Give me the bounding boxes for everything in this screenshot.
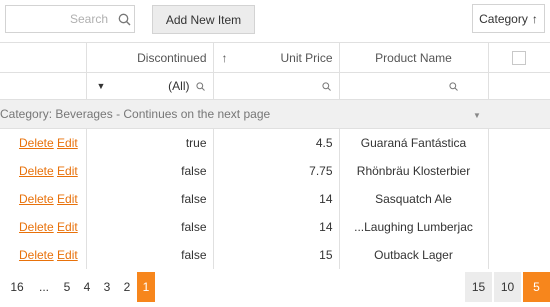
page-button[interactable]: 4 xyxy=(78,272,96,302)
product-name-cell[interactable]: Outback Lager xyxy=(339,240,489,269)
edit-link[interactable]: Edit xyxy=(57,192,78,206)
product-name-cell[interactable]: Sasquatch Ale xyxy=(339,184,489,213)
page-button[interactable]: 5 xyxy=(58,272,76,302)
page-size-button[interactable]: 15 xyxy=(465,272,492,302)
discontinued-cell[interactable]: false xyxy=(86,184,214,213)
delete-link[interactable]: Delete xyxy=(19,136,54,150)
page-size-button-current[interactable]: 5 xyxy=(523,272,550,302)
delete-link[interactable]: Delete xyxy=(19,248,54,262)
search-box[interactable] xyxy=(5,5,135,33)
unit-price-cell[interactable]: 14 xyxy=(213,212,340,241)
header-command-column xyxy=(0,42,87,73)
collapse-caret-icon[interactable]: ▼ xyxy=(473,111,481,120)
group-row-label: Category: Beverages - Continues on the n… xyxy=(0,107,271,121)
command-cell: Delete Edit xyxy=(0,240,87,269)
search-icon xyxy=(321,81,331,91)
filter-row: ▼ (All) xyxy=(0,72,550,100)
command-cell: Delete Edit xyxy=(0,128,87,157)
unit-price-cell[interactable]: 14 xyxy=(213,184,340,213)
unit-price-cell[interactable]: 4.5 xyxy=(213,128,340,157)
group-chip-label: Category xyxy=(479,11,528,26)
edit-link[interactable]: Edit xyxy=(57,136,78,150)
table-row[interactable]: Delete Edit false 7.75 Rhönbräu Klosterbier xyxy=(0,156,550,185)
delete-link[interactable]: Delete xyxy=(19,164,54,178)
page-button[interactable]: 2 xyxy=(118,272,136,302)
delete-link[interactable]: Delete xyxy=(19,192,54,206)
header-discontinued-label: Discontinued xyxy=(137,50,207,65)
product-name-cell[interactable]: Guaraná Fantástica xyxy=(339,128,489,157)
edit-link[interactable]: Edit xyxy=(57,164,78,178)
select-cell xyxy=(488,241,550,269)
select-all-checkbox[interactable] xyxy=(512,50,527,65)
select-cell xyxy=(488,129,550,157)
header-row: Discontinued ↑ Unit Price Product Name xyxy=(0,42,550,73)
edit-link[interactable]: Edit xyxy=(57,248,78,262)
page-button[interactable]: 16 xyxy=(6,272,28,302)
filter-cell-unit-price[interactable] xyxy=(213,72,340,100)
delete-link[interactable]: Delete xyxy=(19,220,54,234)
page-button-current[interactable]: 1 xyxy=(137,272,155,302)
discontinued-cell[interactable]: false xyxy=(86,240,214,269)
header-select-all[interactable] xyxy=(488,42,550,73)
discontinued-cell[interactable]: false xyxy=(86,212,214,241)
table-row[interactable]: Delete Edit true 4.5 Guaraná Fantástica xyxy=(0,128,550,157)
discontinued-cell[interactable]: true xyxy=(86,128,214,157)
group-panel-category-chip[interactable]: Category ↑ xyxy=(472,4,545,33)
select-cell xyxy=(488,213,550,241)
discontinued-filter-value[interactable]: (All) xyxy=(168,79,189,93)
command-cell: Delete Edit xyxy=(0,184,87,213)
page-size-button[interactable]: 10 xyxy=(494,272,521,302)
filter-cell-product-name[interactable] xyxy=(339,72,489,100)
header-discontinued[interactable]: Discontinued xyxy=(86,42,214,73)
unit-price-cell[interactable]: 7.75 xyxy=(213,156,340,185)
product-name-cell[interactable]: ...Laughing Lumberjac xyxy=(339,212,489,241)
table-row[interactable]: Delete Edit false 14 Sasquatch Ale xyxy=(0,184,550,213)
discontinued-cell[interactable]: false xyxy=(86,156,214,185)
search-input[interactable] xyxy=(6,11,114,27)
product-name-cell[interactable]: Rhönbräu Klosterbier xyxy=(339,156,489,185)
dropdown-arrow-icon[interactable]: ▼ xyxy=(87,81,106,91)
sort-ascending-icon: ↑ xyxy=(221,50,228,65)
header-unit-price-label: Unit Price xyxy=(280,50,333,65)
select-cell xyxy=(488,157,550,185)
filter-cell-discontinued[interactable]: ▼ (All) xyxy=(86,72,214,100)
filter-cell-command xyxy=(0,72,87,100)
table-row[interactable]: Delete Edit false 14 ...Laughing Lumberjac xyxy=(0,212,550,241)
header-product-name-label: Product Name xyxy=(375,50,452,65)
page-ellipsis[interactable]: ... xyxy=(32,272,56,302)
add-new-item-button[interactable]: Add New Item xyxy=(152,5,255,34)
header-product-name[interactable]: Product Name xyxy=(339,42,489,73)
page-button[interactable]: 3 xyxy=(98,272,116,302)
group-row[interactable]: Category: Beverages - Continues on the n… xyxy=(0,99,550,129)
search-icon xyxy=(195,81,205,91)
search-icon xyxy=(114,13,134,26)
unit-price-cell[interactable]: 15 xyxy=(213,240,340,269)
command-cell: Delete Edit xyxy=(0,156,87,185)
table-row[interactable]: Delete Edit false 15 Outback Lager xyxy=(0,240,550,269)
filter-cell-select xyxy=(488,72,550,100)
search-icon xyxy=(449,81,458,91)
edit-link[interactable]: Edit xyxy=(57,220,78,234)
sort-ascending-icon: ↑ xyxy=(531,11,538,26)
header-unit-price[interactable]: ↑ Unit Price xyxy=(213,42,340,73)
select-cell xyxy=(488,185,550,213)
command-cell: Delete Edit xyxy=(0,212,87,241)
data-grid: Discontinued ↑ Unit Price Product Name ▼… xyxy=(0,42,550,269)
pager: 16 ... 5 4 3 2 1 15 10 5 xyxy=(0,272,550,302)
